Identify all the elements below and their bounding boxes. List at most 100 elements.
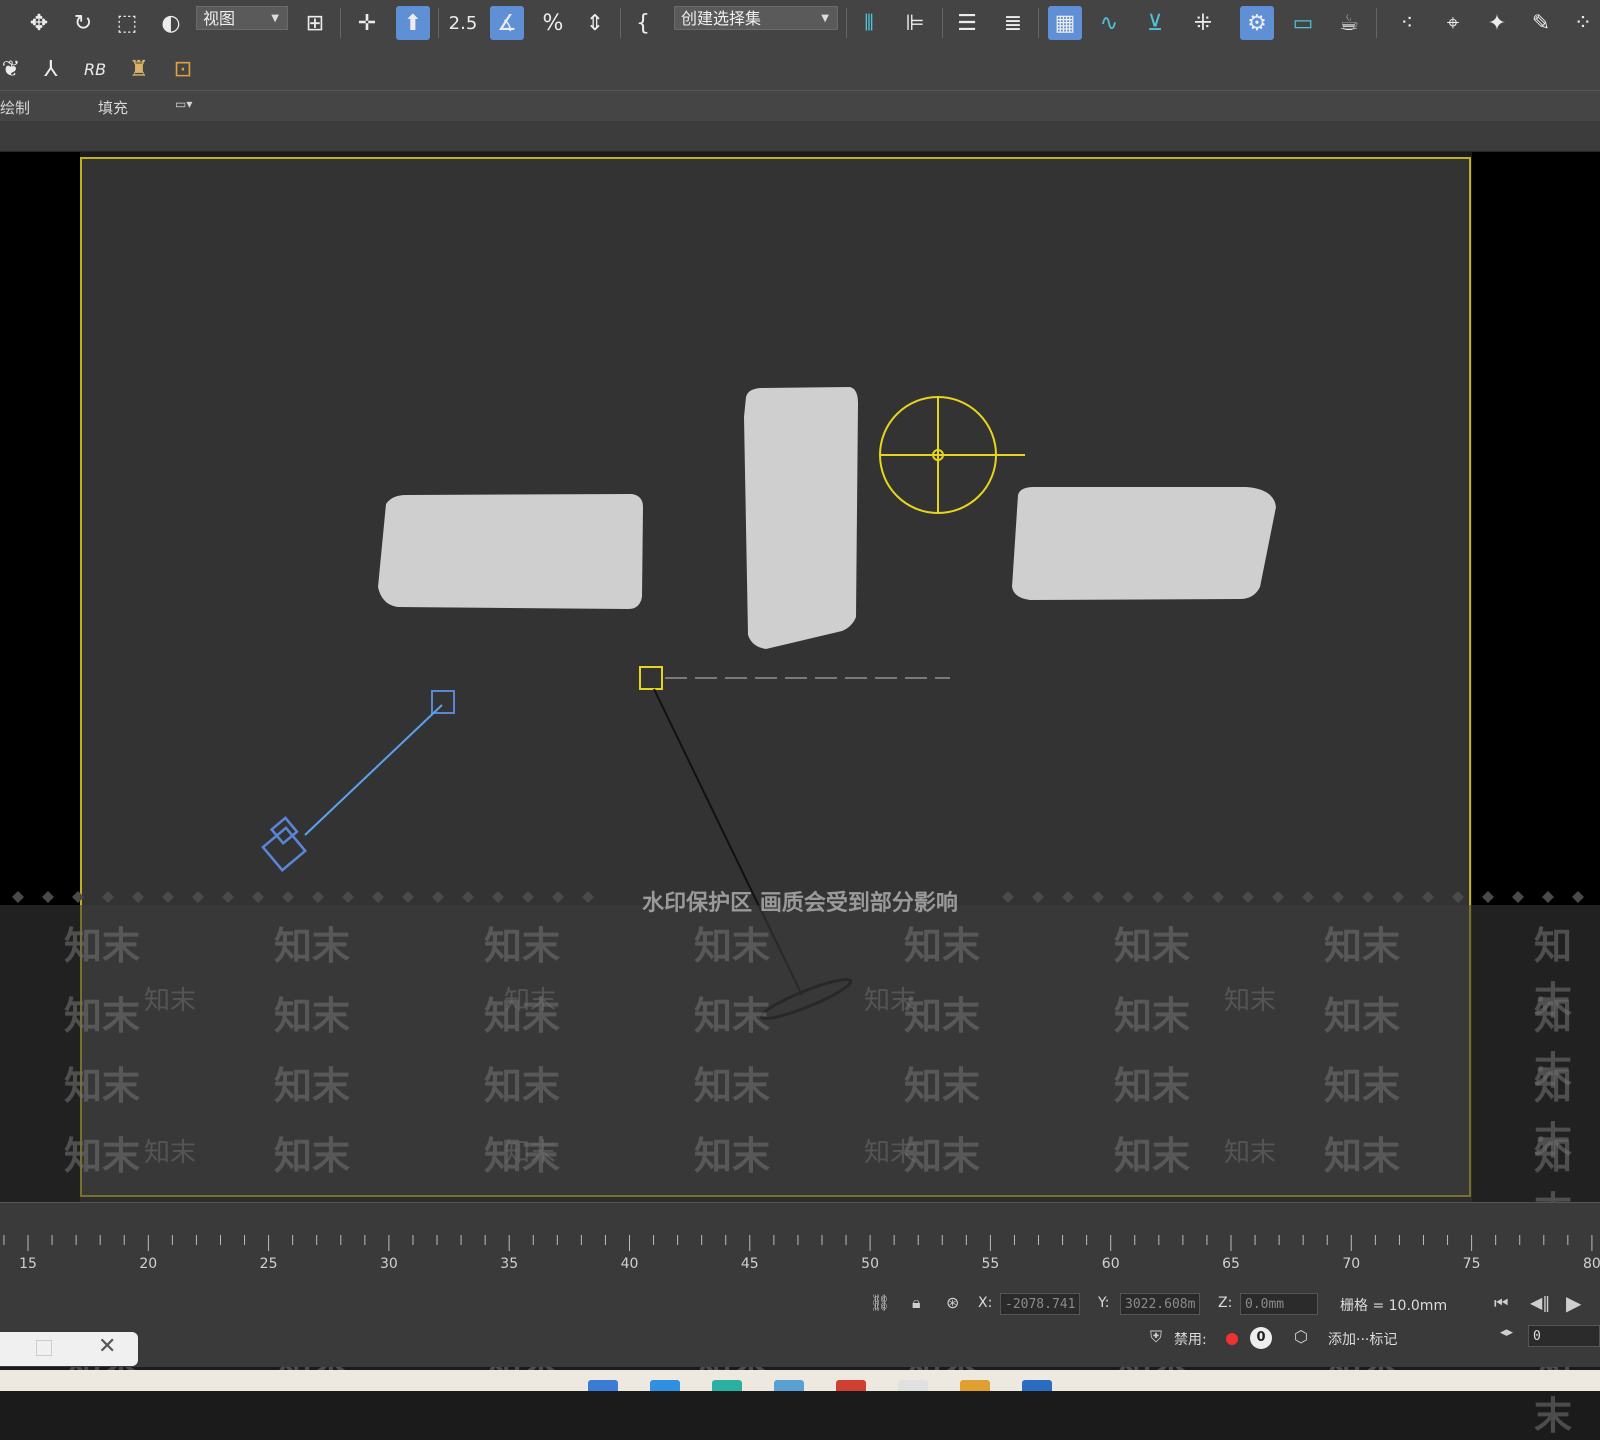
tab-fill[interactable]: 填充 (98, 97, 128, 118)
zero-badge[interactable]: 0 (1250, 1327, 1272, 1349)
keyboard-shortcut-override-icon[interactable]: ⬆ (396, 6, 430, 40)
mirror-icon[interactable]: ⫴ (852, 6, 886, 40)
close-icon[interactable]: ✕ (98, 1334, 116, 1359)
selection-region-icon[interactable]: ⊡ (166, 52, 200, 86)
select-manipulate-icon[interactable]: ✛ (350, 6, 384, 40)
object-right-block[interactable] (1012, 487, 1276, 600)
cube-icon: ⬡ (1294, 1327, 1308, 1346)
spinner-snap-icon[interactable]: ⇕ (578, 6, 612, 40)
ribbon-options-icon[interactable]: ▭▾ (175, 97, 192, 111)
rotate-icon[interactable]: ↻ (66, 6, 100, 40)
rb-tool-icon[interactable]: RB (78, 52, 112, 86)
rendered-frame-window-icon[interactable]: ▭ (1286, 6, 1320, 40)
watermark-text: 知末 (274, 1064, 351, 1108)
scene-explorer-icon[interactable]: ☰ (950, 6, 984, 40)
go-to-start-icon[interactable]: ⏮ (1494, 1293, 1508, 1313)
taskbar-app-icon[interactable] (1022, 1380, 1052, 1391)
ruler-label: 45 (741, 1256, 759, 1272)
percent-snap-icon[interactable]: % (536, 6, 570, 40)
place-icon[interactable]: ◐ (154, 6, 188, 40)
bone-tools-icon[interactable]: ❦ (0, 52, 28, 86)
camera-icon[interactable] (258, 816, 310, 872)
camera-target[interactable] (431, 690, 455, 714)
x-coordinate-field[interactable]: -2078.741 (1000, 1293, 1080, 1315)
render-teapot-icon[interactable]: ☕ (1332, 6, 1366, 40)
toggle-ribbon-icon[interactable]: ▦ (1048, 6, 1082, 40)
watermark-text: 知末 (64, 924, 141, 968)
snaps-toggle-icon[interactable]: 2.5 (446, 6, 480, 40)
minimized-window[interactable]: ✕ (0, 1332, 138, 1366)
taskbar-app-icon[interactable] (650, 1380, 680, 1391)
reference-coordinate-dropdown[interactable]: 视图 ▼ (196, 6, 288, 30)
browser-icon[interactable] (712, 1380, 742, 1391)
render-helmet-icon[interactable]: ♜ (122, 52, 156, 86)
lock-selection-icon[interactable]: 🔒︎ (912, 1293, 921, 1313)
object-center-block[interactable] (744, 387, 858, 649)
watermark-text: 知末 (484, 924, 561, 968)
add-time-tag[interactable]: 添加···标记 (1328, 1329, 1397, 1349)
watermark-text: 知末 (1324, 924, 1401, 968)
watermark-text: 知末 (1324, 994, 1401, 1038)
object-left-block[interactable] (378, 494, 643, 609)
current-frame-field[interactable]: 0 (1528, 1325, 1600, 1347)
windows-start-icon[interactable] (588, 1380, 618, 1391)
secondary-toolbar: ❦ ⅄ RB ♜ ⊡ (0, 46, 1600, 90)
taskbar-app-icon[interactable] (774, 1380, 804, 1391)
ruler-label: 55 (981, 1256, 999, 1272)
watermark-text-small: 知末 (144, 986, 197, 1016)
timeline-ruler[interactable]: 15 20 25 30 35 40 45 50 55 60 65 70 75 80 (0, 1235, 1600, 1275)
isolate-icon[interactable]: ⛓ (870, 1293, 890, 1312)
schematic-view-icon[interactable]: ⊻ (1138, 6, 1172, 40)
folder-icon[interactable] (960, 1380, 990, 1391)
ruler-label: 50 (861, 1256, 879, 1272)
align-icon[interactable]: ⊫ (898, 6, 932, 40)
axis-tripod-icon[interactable]: ⅄ (34, 52, 68, 86)
ribbon-panel (0, 121, 1600, 152)
render-setup-icon[interactable]: ⚙ (1240, 6, 1274, 40)
extra-tools-icon[interactable]: ⁘ (1566, 6, 1600, 40)
layer-explorer-icon[interactable]: ≣ (996, 6, 1030, 40)
light-lister-icon[interactable]: ✦ (1480, 6, 1514, 40)
watermark-text: 知末 (1114, 994, 1191, 1038)
tab-draw[interactable]: 绘制 (0, 97, 30, 118)
taskbar-app-icon[interactable] (836, 1380, 866, 1391)
y-coordinate-field[interactable]: 3022.608m (1120, 1293, 1200, 1315)
reference-coordinate-value: 视图 (203, 9, 236, 28)
snap-25-label: 2.5 (448, 12, 478, 34)
previous-frame-icon[interactable]: ◀‖ (1530, 1293, 1550, 1312)
z-coordinate-field[interactable]: 0.0mm (1240, 1293, 1318, 1315)
maximize-icon[interactable] (36, 1340, 52, 1356)
time-config-icon[interactable]: ◂▸ (1500, 1325, 1513, 1340)
watermark-text-small: 知末 (864, 986, 917, 1016)
named-selection-dropdown[interactable]: 创建选择集 ▼ (674, 6, 838, 30)
watermark-text: 知末 (694, 1064, 771, 1108)
absolute-mode-icon[interactable]: ⊛ (946, 1293, 959, 1312)
taskbar-app-icon[interactable] (898, 1380, 928, 1391)
curve-editor-icon[interactable]: ∿ (1092, 6, 1126, 40)
move-icon[interactable]: ✥ (22, 6, 56, 40)
omni-light-gizmo[interactable] (879, 396, 1025, 514)
ribbon: 绘制 填充 ▭▾ (0, 90, 1600, 122)
play-icon[interactable]: ▶ (1566, 1291, 1581, 1315)
status-bar: ⛓ 🔒︎ ⊛ X: -2078.741 Y: 3022.608m Z: 0.0m… (0, 1287, 1600, 1367)
ruler-label: 25 (260, 1256, 278, 1272)
target-icon[interactable]: ⌖ (1436, 6, 1470, 40)
ruler-label: 30 (380, 1256, 398, 1272)
ruler-label: 35 (500, 1256, 518, 1272)
ruler-label: 80 (1583, 1256, 1600, 1272)
snap-extra-icon[interactable]: ⁖ (1390, 6, 1424, 40)
edit-named-selection-icon[interactable]: { (626, 6, 660, 40)
spotlight-target[interactable] (639, 666, 663, 690)
watermark-text: 知末 (1114, 1134, 1191, 1178)
angle-snap-icon[interactable]: ∡ (490, 6, 524, 40)
watermark-text: 知末 (694, 924, 771, 968)
pivot-center-icon[interactable]: ⊞ (298, 6, 332, 40)
ruler-label: 70 (1342, 1256, 1360, 1272)
scale-icon[interactable]: ⬚ (110, 6, 144, 40)
watermark-text: 知末 (694, 994, 771, 1038)
record-dot-icon[interactable] (1226, 1333, 1238, 1345)
shield-icon: ⛨ (1150, 1327, 1163, 1346)
material-editor-icon[interactable]: ⁜ (1186, 6, 1220, 40)
edit-window-icon[interactable]: ✎ (1524, 6, 1558, 40)
chevron-down-icon: ▼ (271, 13, 279, 24)
